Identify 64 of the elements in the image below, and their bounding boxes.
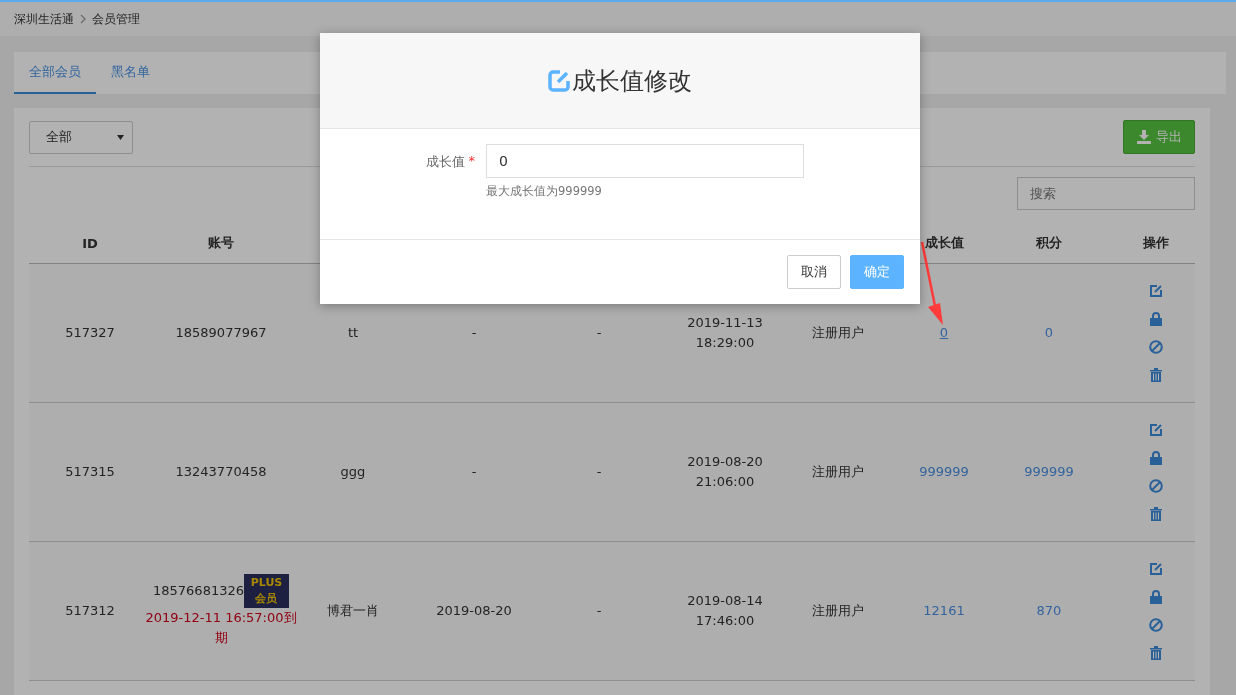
- cancel-button[interactable]: 取消: [787, 255, 841, 289]
- table-cell-text: -: [596, 602, 602, 620]
- trash-icon[interactable]: [1148, 368, 1163, 382]
- dialog-title: 成长值修改: [572, 65, 692, 97]
- table-cell-text: -: [471, 463, 477, 481]
- table-cell-text: 517315: [65, 463, 115, 481]
- table-cell-text: 517327: [65, 324, 115, 342]
- growth-link[interactable]: 12161: [923, 601, 965, 621]
- growth-link[interactable]: 999999: [919, 462, 969, 482]
- table-cell-text: 注册用户: [812, 324, 864, 342]
- trash-icon[interactable]: [1148, 646, 1163, 660]
- points-link[interactable]: 870: [1036, 601, 1062, 621]
- expiry-text: 2019-12-11 16:57:00到期: [144, 609, 298, 647]
- breadcrumb-item[interactable]: 深圳生活通: [14, 10, 74, 28]
- hint-text: 最大成长值为999999: [486, 184, 603, 199]
- download-icon: [1136, 130, 1151, 144]
- column-header: 成长值: [924, 234, 964, 252]
- lock-icon[interactable]: [1148, 312, 1163, 326]
- column-header: 账号: [208, 234, 234, 252]
- column-header: 积分: [1036, 234, 1062, 252]
- chevron-icon: [80, 14, 86, 24]
- table-cell-text: -: [596, 324, 602, 342]
- column-header: 操作: [1142, 234, 1169, 252]
- table-cell-text: ggg: [340, 463, 366, 481]
- member-badge: PLUS会员: [244, 574, 289, 608]
- search-field[interactable]: 搜索: [1017, 177, 1195, 210]
- edit-icon[interactable]: [1148, 423, 1163, 437]
- trash-icon[interactable]: [1148, 507, 1163, 521]
- table-cell-text: 2019-11-13 18:29:00: [687, 314, 763, 352]
- ban-icon[interactable]: [1148, 479, 1163, 493]
- table-cell-text: 517312: [65, 602, 115, 620]
- table-cell-text: -: [596, 463, 602, 481]
- points-link[interactable]: 0: [1044, 323, 1054, 343]
- field-label: 成长值: [425, 153, 465, 171]
- edit-icon[interactable]: [1148, 284, 1163, 298]
- ban-icon[interactable]: [1148, 618, 1163, 632]
- table-cell-text: 注册用户: [812, 463, 864, 481]
- points-link[interactable]: 999999: [1024, 462, 1074, 482]
- table-cell-text: 注册用户: [812, 602, 864, 620]
- tab[interactable]: 全部会员: [14, 52, 96, 94]
- column-header: ID: [82, 235, 98, 251]
- edit-icon: [548, 69, 570, 92]
- confirm-button[interactable]: 确定: [850, 255, 904, 289]
- account-number: 18589077967: [175, 324, 267, 342]
- table-cell-text: 2019-08-20 21:06:00: [687, 453, 763, 491]
- input-field[interactable]: 0: [486, 144, 804, 178]
- required-mark: *: [468, 153, 475, 170]
- table-cell-text: 2019-08-14 17:46:00: [687, 592, 763, 630]
- caret-icon: [117, 134, 124, 140]
- ban-icon[interactable]: [1148, 340, 1163, 354]
- account-number: 18576681326: [153, 582, 244, 600]
- breadcrumb-item: 会员管理: [92, 10, 140, 28]
- account-number: 13243770458: [175, 463, 267, 481]
- lock-icon[interactable]: [1148, 451, 1163, 465]
- edit-icon[interactable]: [1148, 562, 1163, 576]
- growth-link[interactable]: 0: [939, 323, 949, 343]
- tab[interactable]: 黑名单: [96, 52, 165, 94]
- export-button[interactable]: 导出: [1123, 120, 1195, 154]
- lock-icon[interactable]: [1148, 590, 1163, 604]
- table-cell-text: -: [471, 324, 477, 342]
- table-cell-text: 2019-08-20: [436, 602, 512, 620]
- table-cell-text: tt: [347, 324, 359, 342]
- table-cell-text: 博君一肖: [327, 602, 379, 620]
- filter-dropdown[interactable]: 全部: [29, 120, 133, 154]
